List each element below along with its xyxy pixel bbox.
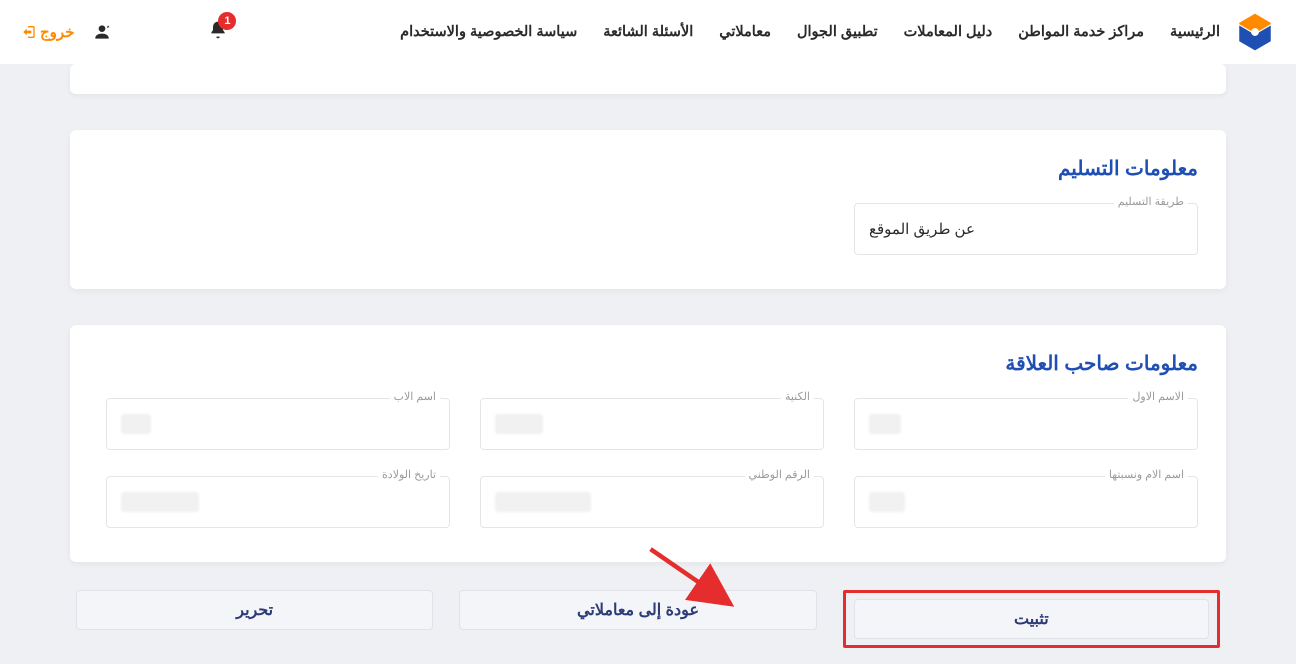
father-name-field: اسم الاب	[106, 398, 450, 450]
surname-field: الكنية	[480, 398, 824, 450]
dob-value	[121, 492, 199, 512]
father-name-box	[106, 398, 450, 450]
logout-button[interactable]: خروج	[20, 23, 74, 41]
notification-badge: 1	[218, 12, 236, 30]
first-name-box	[854, 398, 1198, 450]
action-bar: تثبيت عودة إلى معاملاتي تحرير	[70, 590, 1226, 648]
delivery-info-card: معلومات التسليم طريقة التسليم عن طريق ال…	[70, 130, 1226, 289]
dob-box	[106, 476, 450, 528]
mother-name-field: اسم الام ونسبتها	[854, 476, 1198, 528]
surname-label: الكنية	[781, 390, 814, 403]
logout-icon	[20, 24, 36, 40]
surname-box	[480, 398, 824, 450]
confirm-button[interactable]: تثبيت	[854, 599, 1209, 639]
nav-mytrans[interactable]: معاملاتي	[719, 24, 771, 40]
father-name-value	[121, 414, 151, 434]
page-body: معلومات التسليم طريقة التسليم عن طريق ال…	[0, 64, 1296, 648]
nav-home[interactable]: الرئيسية	[1170, 24, 1220, 40]
national-id-field: الرقم الوطني	[480, 476, 824, 528]
delivery-title: معلومات التسليم	[98, 156, 1198, 181]
father-name-label: اسم الاب	[390, 390, 440, 403]
main-nav: الرئيسية مراكز خدمة المواطن دليل المعامل…	[400, 24, 1220, 40]
logout-label: خروج	[40, 23, 74, 41]
previous-card-edge	[70, 64, 1226, 94]
first-name-label: الاسم الاول	[1128, 390, 1188, 403]
edit-button[interactable]: تحرير	[76, 590, 433, 630]
delivery-method-label: طريقة التسليم	[1114, 195, 1188, 208]
delivery-method-field: طريقة التسليم عن طريق الموقع	[854, 203, 1198, 255]
delivery-method-value-box: عن طريق الموقع	[854, 203, 1198, 255]
nav-privacy[interactable]: سياسة الخصوصية والاستخدام	[400, 24, 577, 40]
nav-faq[interactable]: الأسئلة الشائعة	[603, 24, 693, 40]
confirm-highlight: تثبيت	[843, 590, 1220, 648]
owner-row-1: الاسم الاول الكنية اسم الاب	[98, 398, 1198, 450]
dob-field: تاريخ الولادة	[106, 476, 450, 528]
header-left-group: 1 خروج	[20, 20, 228, 45]
surname-value	[495, 414, 543, 434]
back-to-transactions-button[interactable]: عودة إلى معاملاتي	[459, 590, 816, 630]
owner-title: معلومات صاحب العلاقة	[98, 351, 1198, 376]
notifications-button[interactable]: 1	[208, 20, 228, 45]
delivery-method-value: عن طريق الموقع	[869, 220, 975, 238]
first-name-value	[869, 414, 901, 434]
user-icon	[92, 22, 112, 42]
app-logo	[1234, 11, 1276, 53]
dob-label: تاريخ الولادة	[378, 468, 440, 481]
owner-row-2: اسم الام ونسبتها الرقم الوطني تاريخ الول…	[98, 476, 1198, 528]
header-right-group: الرئيسية مراكز خدمة المواطن دليل المعامل…	[400, 11, 1276, 53]
nav-centers[interactable]: مراكز خدمة المواطن	[1018, 24, 1144, 40]
app-header: الرئيسية مراكز خدمة المواطن دليل المعامل…	[0, 0, 1296, 64]
nav-guide[interactable]: دليل المعاملات	[904, 24, 993, 40]
national-id-box	[480, 476, 824, 528]
owner-info-card: معلومات صاحب العلاقة الاسم الاول الكنية …	[70, 325, 1226, 562]
national-id-value	[495, 492, 591, 512]
nav-app[interactable]: تطبيق الجوال	[797, 24, 878, 40]
first-name-field: الاسم الاول	[854, 398, 1198, 450]
mother-name-label: اسم الام ونسبتها	[1105, 468, 1188, 481]
mother-name-box	[854, 476, 1198, 528]
national-id-label: الرقم الوطني	[745, 468, 814, 481]
mother-name-value	[869, 492, 905, 512]
